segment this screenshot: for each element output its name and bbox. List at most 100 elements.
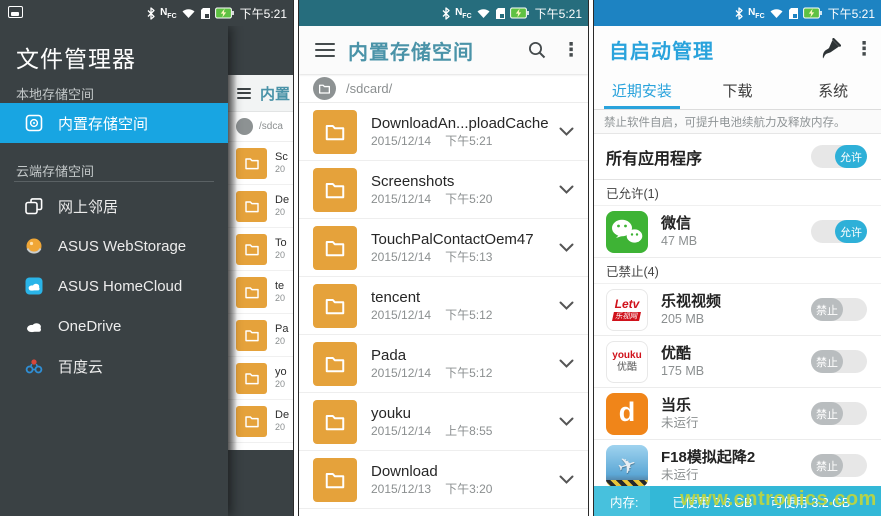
battery-charging-icon [510, 7, 529, 19]
memory-label: 内存: [594, 486, 650, 516]
all-apps-row[interactable]: 所有应用程序 允许 [594, 134, 881, 180]
chevron-down-icon[interactable] [554, 127, 578, 136]
clean-brush-icon[interactable] [813, 32, 847, 66]
file-row[interactable]: Pada2015/12/14下午5:12 [299, 335, 588, 393]
file-manager-drawer-screen: NFC 下午5:21 内置 /sdca Sc20 De20 [0, 0, 293, 516]
list-item[interactable]: te20 [228, 271, 293, 314]
letv-icon: Letv乐视网 [606, 289, 648, 331]
folder-icon [236, 320, 267, 351]
sidebar-item-label: 内置存储空间 [58, 113, 148, 134]
overflow-menu-icon[interactable]: ⋮ [847, 32, 881, 66]
sidebar-item-onedrive[interactable]: OneDrive [0, 306, 228, 346]
list-item[interactable]: De20 [228, 400, 293, 443]
folder-badge-icon [313, 77, 336, 100]
chevron-down-icon[interactable] [554, 243, 578, 252]
app-toggle[interactable]: 允许 [811, 220, 867, 243]
file-row[interactable]: Download2015/12/13下午3:20 [299, 451, 588, 509]
peek-path: /sdca [259, 121, 283, 132]
overflow-menu-icon[interactable]: ⋮ [554, 33, 588, 67]
list-item[interactable]: To20 [228, 228, 293, 271]
list-item[interactable]: yo20 [228, 357, 293, 400]
list-item[interactable]: Sc20 [228, 142, 293, 185]
chevron-down-icon[interactable] [554, 475, 578, 484]
tab-system[interactable]: 系统 [785, 72, 881, 109]
sidebar-item-network-neighborhood[interactable]: 网上邻居 [0, 186, 228, 226]
app-row-letv[interactable]: Letv乐视网 乐视视频205 MB 禁止 [594, 284, 881, 336]
sdcard-icon [200, 7, 211, 20]
notification-photo-icon [8, 6, 23, 18]
page-title: 自启动管理 [609, 35, 813, 64]
status-time: 下午5:21 [240, 5, 287, 22]
file-row[interactable]: tencent2015/12/14下午5:12 [299, 277, 588, 335]
wifi-icon [181, 7, 196, 19]
app-row-wechat[interactable]: 微信47 MB 允许 [594, 206, 881, 258]
network-neighborhood-icon [24, 196, 44, 216]
search-icon[interactable] [520, 33, 554, 67]
navigation-drawer: 文件管理器 本地存储空间 内置存储空间 云端存储空间 网上邻居 ASUS Web… [0, 26, 228, 516]
status-bar: NFC 下午5:21 [594, 0, 881, 26]
app-toggle[interactable]: 禁止 [811, 298, 867, 321]
app-bar: 内置存储空间 ⋮ [299, 26, 588, 74]
sidebar-item-label: 网上邻居 [58, 196, 118, 217]
sidebar-item-label: ASUS HomeCloud [58, 278, 182, 295]
folder-icon [236, 277, 267, 308]
tab-recent-install[interactable]: 近期安装 [594, 72, 690, 109]
app-toggle[interactable]: 禁止 [811, 454, 867, 477]
app-row-dangle[interactable]: d 当乐未运行 禁止 [594, 388, 881, 440]
breadcrumb[interactable]: /sdcard/ [299, 74, 588, 103]
chevron-down-icon[interactable] [554, 359, 578, 368]
youku-icon: youku优酷 [606, 341, 648, 383]
description-text: 禁止软件自启，可提升电池续航力及释放内存。 [594, 110, 881, 134]
sidebar-item-label: OneDrive [58, 318, 121, 335]
folder-icon [313, 284, 357, 328]
app-toggle[interactable]: 禁止 [811, 350, 867, 373]
file-row[interactable]: Screenshots2015/12/14下午5:20 [299, 161, 588, 219]
app-row-youku[interactable]: youku优酷 优酷175 MB 禁止 [594, 336, 881, 388]
menu-icon[interactable] [315, 39, 335, 60]
chevron-down-icon[interactable] [554, 185, 578, 194]
current-path: /sdcard/ [346, 81, 392, 96]
sdcard-icon [495, 7, 506, 20]
chevron-down-icon[interactable] [554, 417, 578, 426]
folder-icon [236, 406, 267, 437]
sidebar-item-asus-homecloud[interactable]: ASUS HomeCloud [0, 266, 228, 306]
app-toggle[interactable]: 禁止 [811, 402, 867, 425]
all-apps-toggle[interactable]: 允许 [811, 145, 867, 168]
bluetooth-icon [734, 7, 744, 20]
file-row[interactable]: TouchPalContactOem472015/12/14下午5:13 [299, 219, 588, 277]
internal-storage-screen: NFC 下午5:21 内置存储空间 ⋮ /sdcard/ DownloadAn.… [299, 0, 588, 516]
sidebar-item-baidu-cloud[interactable]: 百度云 [0, 346, 228, 386]
chevron-down-icon[interactable] [554, 301, 578, 310]
sdcard-icon [788, 7, 799, 20]
file-row[interactable]: DownloadAn...ploadCache2015/12/14下午5:21 [299, 103, 588, 161]
app-row-f18[interactable]: ✈ F18模拟起降2未运行 禁止 [594, 440, 881, 486]
list-item[interactable]: De20 [228, 185, 293, 228]
status-time: 下午5:21 [535, 5, 582, 22]
tab-bar: 近期安装 下载 系统 [594, 72, 881, 110]
tab-download[interactable]: 下载 [690, 72, 786, 109]
folder-icon [236, 191, 267, 222]
menu-icon[interactable] [237, 85, 251, 101]
wifi-icon [769, 7, 784, 19]
peek-title: 内置 [260, 83, 290, 104]
sidebar-item-asus-webstorage[interactable]: ASUS WebStorage [0, 226, 228, 266]
app-title: 文件管理器 [16, 40, 136, 74]
page-title: 内置存储空间 [348, 36, 474, 65]
status-time: 下午5:21 [828, 5, 875, 22]
wifi-icon [476, 7, 491, 19]
f18-game-icon: ✈ [606, 445, 648, 487]
divider [14, 181, 214, 182]
peek-app-bar: 内置 [228, 75, 293, 112]
sidebar-item-internal-storage[interactable]: 内置存储空间 [0, 103, 228, 143]
status-bar: NFC 下午5:21 [0, 0, 293, 26]
nfc-icon: NFC [160, 7, 177, 20]
battery-charging-icon [215, 7, 234, 19]
section-local-storage: 本地存储空间 [16, 84, 94, 103]
wechat-icon [606, 211, 648, 253]
nfc-icon: NFC [748, 7, 765, 20]
list-item[interactable]: Pa20 [228, 314, 293, 357]
baidu-cloud-icon [24, 356, 44, 376]
file-row[interactable]: youku2015/12/14上午8:55 [299, 393, 588, 451]
auto-start-manager-screen: NFC 下午5:21 自启动管理 ⋮ 近期安装 下载 系统 禁止软件自启，可提升… [594, 0, 881, 516]
status-bar: NFC 下午5:21 [299, 0, 588, 26]
